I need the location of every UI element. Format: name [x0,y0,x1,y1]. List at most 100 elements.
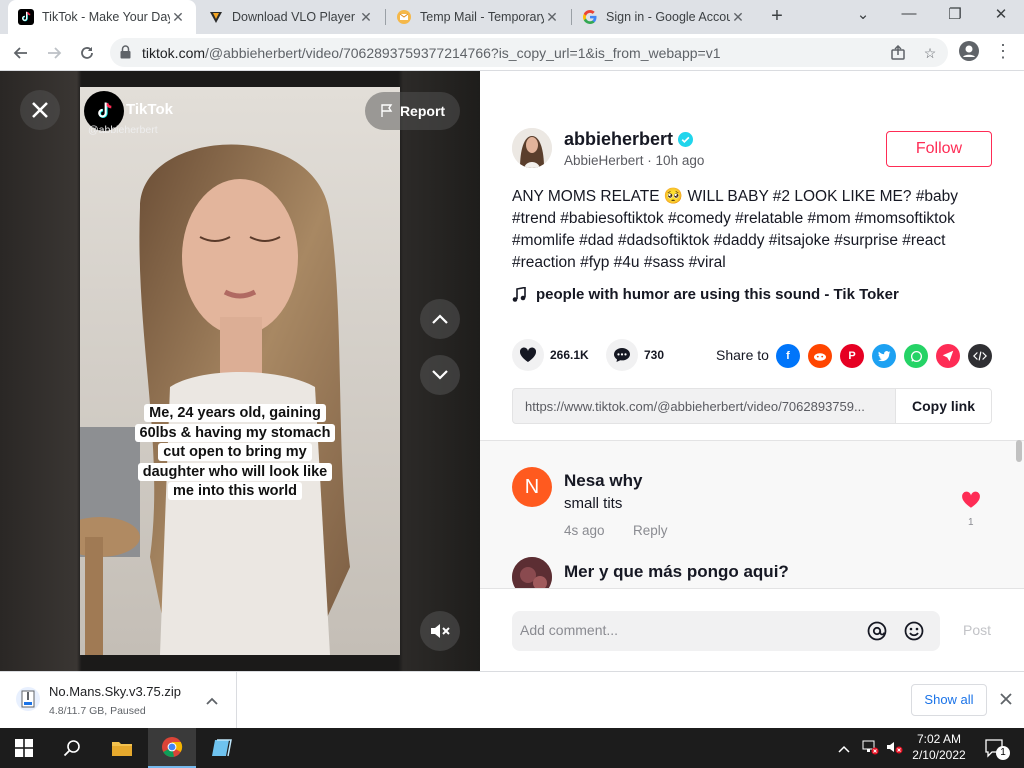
telegram-icon[interactable] [936,344,960,368]
twitter-icon[interactable] [872,344,896,368]
close-icon [32,102,48,118]
tab-close-icon[interactable]: ✕ [170,9,186,26]
close-video-button[interactable] [20,90,60,130]
profile-icon[interactable] [958,41,980,63]
mention-icon[interactable] [867,621,887,646]
restore-icon[interactable]: ❐ [942,5,968,27]
reddit-icon[interactable] [808,344,832,368]
minimize-icon[interactable]: — [896,5,922,27]
menu-kebab-icon[interactable]: ⋮ [992,41,1014,63]
comment-scrollbar[interactable] [1016,440,1022,462]
chevron-up-icon[interactable] [206,692,218,710]
video-player[interactable]: TikTok @abbieherbert Report Me, 24 years… [0,71,480,671]
embed-icon[interactable] [968,344,992,368]
copy-link-button[interactable]: Copy link [895,389,991,423]
username[interactable]: abbieherbert [564,129,694,150]
comment-bubble-icon [614,348,630,362]
taskbar-chrome[interactable] [148,728,196,768]
share-page-icon[interactable] [888,43,908,63]
watermark-handle: @abbieherbert [88,124,158,136]
tiktok-watermark-text: TikTok [126,101,173,118]
network-icon[interactable] [862,739,880,760]
whatsapp-icon[interactable] [904,344,928,368]
emoji-icon[interactable] [904,621,924,646]
comment-list[interactable]: N Nesa why small tits 4s ago Reply 1 Mer… [480,440,1024,588]
tab-search-icon[interactable]: ⌄ [850,5,876,27]
url-text: tiktok.com/@abbieherbert/video/706289375… [142,45,721,61]
post-details-panel: abbieherbert AbbieHerbert · 10h ago Foll… [480,71,1024,671]
music-note-icon [512,286,526,302]
post-comment-button[interactable]: Post [963,622,991,638]
start-button[interactable] [0,728,48,768]
windows-logo-icon [15,739,33,757]
video-caption-text: Me, 24 years old, gaining 60lbs & having… [134,404,336,501]
like-count: 266.1K [550,348,589,362]
search-icon [63,740,80,757]
comment-like-heart-icon[interactable] [961,491,981,514]
show-all-downloads-button[interactable]: Show all [911,684,987,716]
system-clock[interactable]: 7:02 AM 2/10/2022 [908,731,970,763]
comment-button[interactable] [606,339,638,371]
avatar[interactable] [512,128,552,168]
tab-close-icon[interactable]: ✕ [358,9,374,26]
post-time: 10h ago [655,153,705,168]
next-video-button[interactable] [420,355,460,395]
report-label: Report [399,103,446,119]
description-prefix: ANY MOMS RELATE [512,188,660,205]
comment-reply-button[interactable]: Reply [633,523,668,538]
facebook-icon[interactable]: f [776,344,800,368]
comment-avatar[interactable]: N [512,467,552,507]
tiktok-icon [18,9,34,25]
tab-title: Temp Mail - Temporary [420,10,544,24]
video-still [80,87,400,655]
video-caption: Me, 24 years old, gaining 60lbs & having… [130,404,340,502]
pinterest-icon[interactable]: P [840,344,864,368]
chevron-down-icon [432,370,448,380]
comment-author[interactable]: Nesa why [564,471,642,491]
comment-time: 4s ago [564,523,605,538]
tab-tempmail[interactable]: Temp Mail - Temporary ✕ [386,0,570,34]
close-download-bar-icon[interactable] [999,692,1013,711]
verified-badge-icon [678,132,694,147]
comment-avatar[interactable] [512,557,552,588]
display-name: AbbieHerbert [564,153,644,168]
notification-count-badge: 1 [996,746,1010,760]
volume-muted-icon[interactable] [886,739,904,760]
follow-button[interactable]: Follow [886,131,992,167]
share-link-text[interactable]: https://www.tiktok.com/@abbieherbert/vid… [525,399,895,414]
music-title: people with humor are using this sound -… [536,286,899,303]
forward-icon[interactable] [43,42,65,64]
download-item[interactable]: No.Mans.Sky.v3.75.zip 4.8/11.7 GB, Pause… [0,672,237,728]
bookmark-star-icon[interactable]: ☆ [920,43,940,63]
tab-close-icon[interactable]: ✕ [544,9,560,26]
report-button[interactable]: Report [365,92,460,130]
browser-toolbar: tiktok.com/@abbieherbert/video/706289375… [0,34,1024,71]
vlo-icon [208,9,224,25]
video-frame[interactable] [80,87,400,655]
back-icon[interactable] [10,42,32,64]
new-tab-button[interactable]: + [766,6,788,28]
folder-icon [112,742,132,756]
tab-close-icon[interactable]: ✕ [730,9,746,26]
tab-google[interactable]: Sign in - Google Accounts ✕ [572,0,756,34]
address-bar[interactable]: tiktok.com/@abbieherbert/video/706289375… [110,38,948,67]
tab-vlo[interactable]: Download VLO Player ✕ [198,0,384,34]
mute-button[interactable] [420,611,460,651]
taskbar-file-explorer[interactable] [98,728,146,768]
tray-expand-icon[interactable] [838,740,850,758]
music-link[interactable]: people with humor are using this sound -… [512,286,899,303]
comment-input[interactable]: Add comment... [512,611,940,651]
author-subline: AbbieHerbert · 10h ago [564,153,705,168]
previous-video-button[interactable] [420,299,460,339]
window-close-icon[interactable]: ✕ [988,5,1014,27]
comment-author[interactable]: Mer y que más pongo aqui? [564,562,789,582]
taskbar-app[interactable] [198,728,246,768]
like-button[interactable] [512,339,544,371]
comment-placeholder: Add comment... [520,622,619,638]
tab-strip: TikTok - Make Your Day ✕ Download VLO Pl… [0,0,1024,34]
lock-icon[interactable] [120,45,131,59]
tab-tiktok[interactable]: TikTok - Make Your Day ✕ [8,0,196,34]
reload-icon[interactable] [76,42,98,64]
taskbar-search-button[interactable] [48,728,96,768]
comment-composer: Add comment... Post [480,588,1024,671]
